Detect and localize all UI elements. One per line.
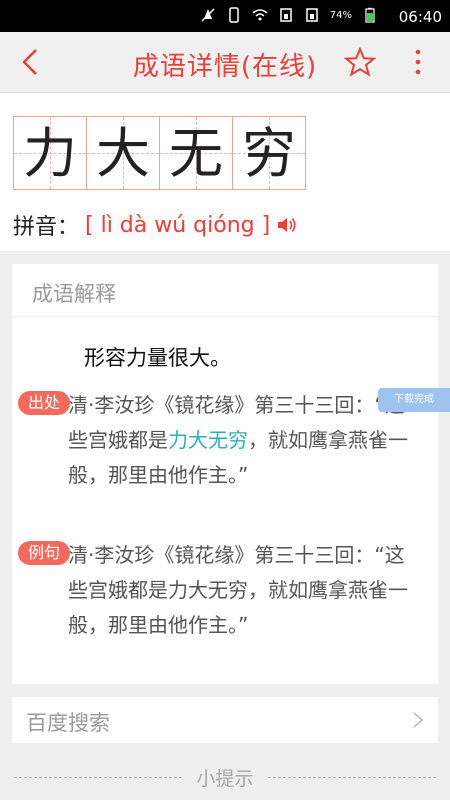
example-text: 清·李汝珍《镜花缘》第三十三回：“这些宫娥都是力大无穷，就如鹰拿燕雀一般，那里由… [68, 543, 408, 637]
app-bar: 成语详情(在线) [0, 32, 450, 93]
mute-icon [201, 8, 215, 22]
idiom-meaning: 形容力量很大。 [84, 346, 231, 370]
source-text: 清·李汝珍《镜花缘》第三十三回：“这些宫娥都是力大无穷，就如鹰拿燕雀一般，那里由… [68, 388, 422, 493]
explanation-card: 成语解释 形容力量很大。 出处 清·李汝珍《镜花缘》第三十三回：“这些宫娥都是力… [12, 264, 438, 684]
sim1-icon [280, 8, 292, 22]
page-title: 成语详情(在线) [132, 52, 318, 82]
pinyin-row: 拼音： [ lì dà wú qióng ] [13, 209, 298, 241]
idiom-char-cell: 无 [159, 116, 233, 190]
example-tag: 例句 [18, 541, 70, 565]
baidu-search-row[interactable]: 百度搜索 [12, 697, 438, 743]
source-block: 出处 清·李汝珍《镜花缘》第三十三回：“这些宫娥都是力大无穷，就如鹰拿燕雀一般，… [18, 388, 422, 493]
idiom-char: 大 [96, 122, 150, 185]
idiom-char-cell: 力 [13, 116, 87, 190]
idiom-char: 无 [169, 122, 223, 185]
idiom-char-grid: 力 大 无 穷 [13, 116, 306, 190]
idiom-char-cell: 穷 [232, 116, 306, 190]
status-time: 06:40 [398, 8, 442, 26]
status-bar: 74% 06:40 [0, 0, 450, 32]
section-title: 成语解释 [32, 282, 116, 306]
download-toast[interactable]: 下载完成 [378, 388, 450, 412]
phone-icon [229, 7, 239, 23]
idiom-char: 力 [23, 122, 77, 185]
more-icon[interactable] [408, 46, 428, 78]
status-icons: 74% [200, 7, 378, 23]
source-tag: 出处 [18, 391, 70, 415]
dashed-line [268, 777, 436, 778]
speaker-icon[interactable] [276, 216, 298, 234]
divider [12, 316, 438, 317]
sim2-icon [306, 8, 318, 22]
idiom-header: 力 大 无 穷 拼音： [ lì dà wú qióng ] [0, 93, 450, 251]
source-highlight[interactable]: 力大无穷 [168, 428, 248, 452]
chevron-right-icon [413, 712, 424, 728]
star-icon[interactable] [344, 46, 376, 78]
idiom-char: 穷 [242, 122, 296, 185]
pinyin-label: 拼音： [13, 215, 80, 240]
idiom-char-cell: 大 [86, 116, 160, 190]
baidu-search-label: 百度搜索 [26, 711, 110, 735]
wifi-icon [252, 9, 268, 21]
example-block: 例句 清·李汝珍《镜花缘》第三十三回：“这些宫娥都是力大无穷，就如鹰拿燕雀一般，… [18, 538, 422, 643]
pinyin-text[interactable]: [ lì dà wú qióng ] [83, 212, 273, 238]
tip-divider: 小提示 [0, 762, 450, 792]
battery-percent: 74% [329, 9, 352, 21]
battery-icon [365, 7, 375, 23]
